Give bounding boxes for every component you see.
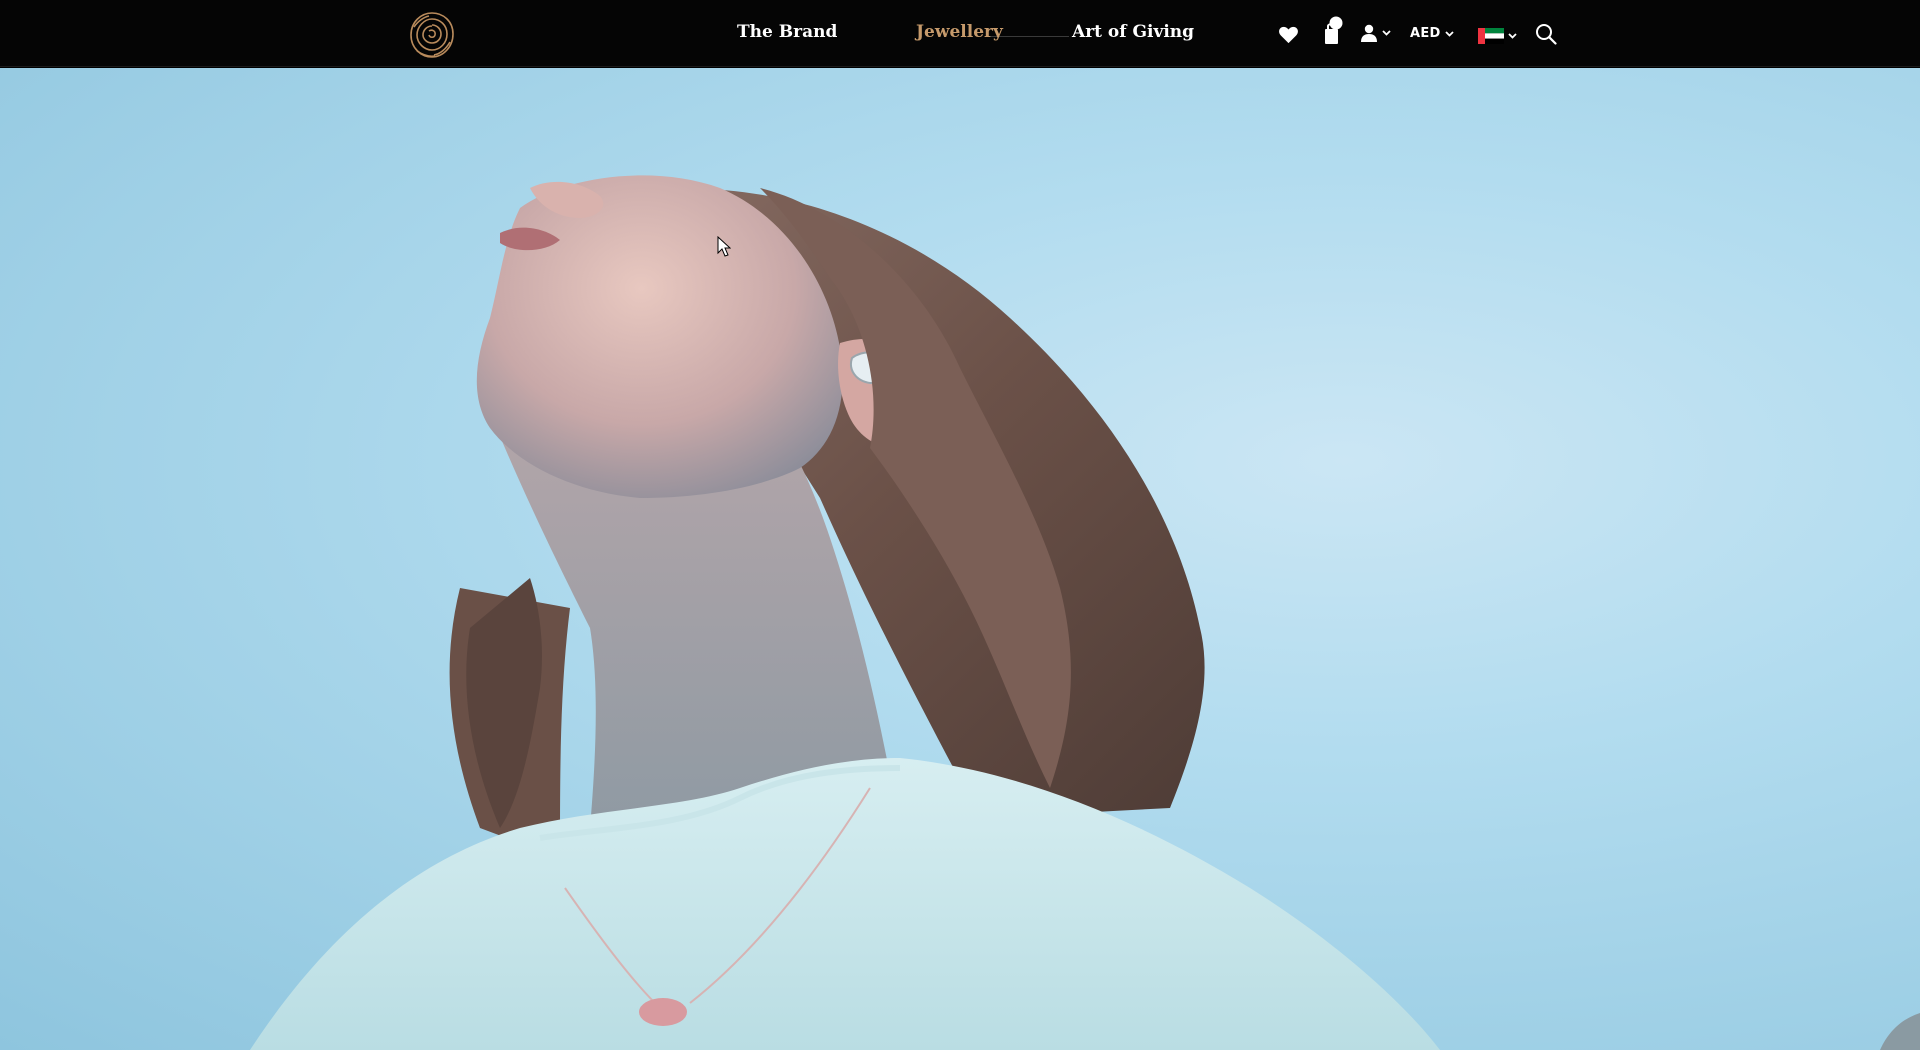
nav-art-of-giving[interactable]: Art of Giving (1072, 22, 1194, 42)
mouse-cursor (717, 236, 731, 257)
search-icon[interactable] (1535, 23, 1557, 45)
currency-label: AED (1410, 26, 1441, 41)
nav-the-brand[interactable]: The Brand (737, 22, 837, 42)
chevron-down-icon (1382, 30, 1391, 36)
chevron-down-icon (1508, 33, 1517, 39)
user-icon[interactable] (1360, 24, 1391, 42)
country-selector[interactable] (1478, 28, 1517, 44)
hero-image-woman-looking-up (250, 175, 1920, 1050)
top-navigation-bar: The Brand Jewellery Art of Giving AED (0, 0, 1920, 67)
currency-selector[interactable]: AED (1410, 26, 1454, 41)
nav-jewellery[interactable]: Jewellery (916, 22, 1003, 42)
shopping-bag-icon[interactable] (1322, 16, 1344, 46)
rose-logo-icon[interactable] (403, 7, 461, 63)
hero-video[interactable] (0, 68, 1920, 1050)
heart-icon[interactable] (1278, 25, 1299, 44)
uae-flag-icon (1478, 28, 1504, 44)
chevron-down-icon (1445, 30, 1454, 37)
